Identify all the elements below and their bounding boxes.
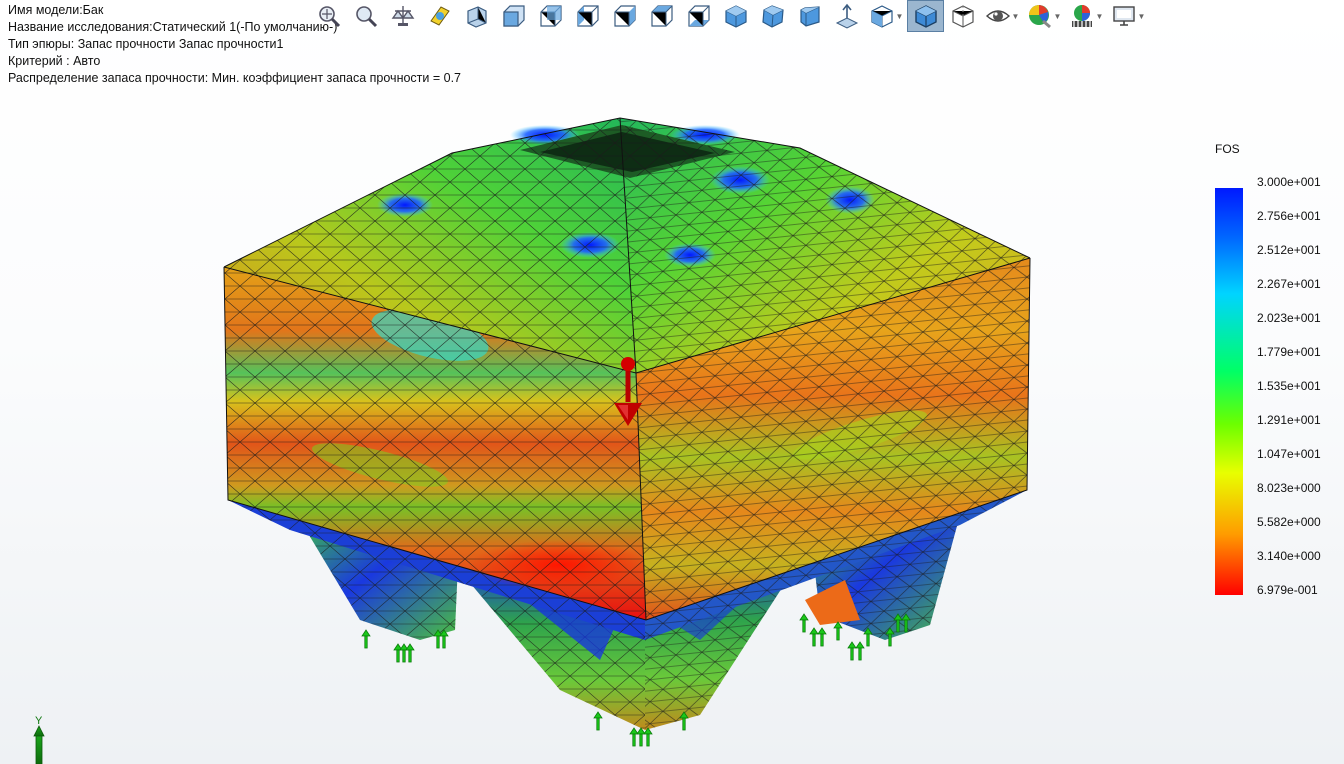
view-top-button[interactable]	[643, 0, 680, 32]
legend-label: 8.023e+000	[1257, 481, 1321, 495]
legend-label: 2.267e+001	[1257, 277, 1321, 291]
view-settings-button[interactable]: ▼	[1107, 0, 1149, 32]
legend-label: 1.291e+001	[1257, 413, 1321, 427]
legend-label: 3.140e+000	[1257, 549, 1321, 563]
legend-label: 6.979e-001	[1257, 583, 1318, 597]
view-right-button[interactable]	[606, 0, 643, 32]
view-trimetric-button[interactable]	[754, 0, 791, 32]
view-bottom-button[interactable]	[680, 0, 717, 32]
previous-view-icon	[391, 6, 414, 26]
view-front-button[interactable]	[495, 0, 532, 32]
view-dimetric-icon	[799, 6, 820, 27]
normal-to-button[interactable]	[828, 0, 865, 32]
view-front-icon	[502, 5, 525, 27]
section-view-icon	[429, 6, 450, 26]
apply-scene-button[interactable]: ▼	[1065, 0, 1107, 32]
hidden-lines-icon	[951, 5, 974, 28]
heads-up-view-toolbar: ▼ ▼ ▼ ▼ ▼	[310, 0, 1149, 32]
section-view-button[interactable]	[421, 0, 458, 32]
zoom-to-fit-button[interactable]	[310, 0, 347, 32]
legend-title: FOS	[1215, 142, 1240, 156]
apply-scene-icon	[1071, 5, 1092, 27]
view-trimetric-icon	[761, 5, 784, 28]
view-orientation-icon	[870, 5, 893, 28]
legend-label: 1.535e+001	[1257, 379, 1321, 393]
triad-axis-icon: Y	[33, 715, 45, 764]
edit-appearance-button[interactable]: ▼	[1023, 0, 1065, 32]
fos-distribution-line: Распределение запаса прочности: Мин. коэ…	[8, 71, 462, 85]
legend-label: 1.047e+001	[1257, 447, 1321, 461]
view-back-button[interactable]	[532, 0, 569, 32]
view-dimetric-button[interactable]	[791, 0, 828, 32]
graphics-viewport[interactable]	[0, 0, 1344, 764]
view-right-icon	[613, 5, 636, 27]
view-left-icon	[576, 5, 599, 27]
view-bottom-icon	[687, 5, 710, 27]
chevron-down-icon: ▼	[1053, 11, 1062, 21]
hide-show-items-icon	[985, 10, 1010, 22]
display-style-icon	[914, 5, 937, 28]
normal-to-icon	[835, 3, 858, 29]
zoom-area-button[interactable]	[347, 0, 384, 32]
chevron-down-icon: ▼	[1137, 11, 1146, 21]
zoom-to-fit-icon	[318, 6, 340, 28]
edit-appearance-icon	[1028, 5, 1051, 29]
criterion-line: Критерий : Авто	[8, 54, 101, 68]
previous-view-button[interactable]	[384, 0, 421, 32]
legend-label: 1.779e+001	[1257, 345, 1321, 359]
display-style-button[interactable]	[907, 0, 944, 32]
chevron-down-icon: ▼	[1011, 11, 1020, 21]
legend-label: 5.582e+000	[1257, 515, 1321, 529]
legend-color-bar	[1215, 188, 1243, 595]
view-orientation-button[interactable]: ▼	[865, 0, 907, 32]
view-left-button[interactable]	[569, 0, 606, 32]
view-isometric-icon	[724, 5, 747, 28]
view-top-icon	[650, 5, 673, 27]
dynamic-annotation-icon	[466, 6, 487, 28]
reference-triad[interactable]: Y	[28, 712, 52, 764]
dynamic-annotation-button[interactable]	[458, 0, 495, 32]
hide-show-items-button[interactable]: ▼	[981, 0, 1023, 32]
legend-label: 3.000e+001	[1257, 175, 1321, 189]
view-settings-icon	[1112, 6, 1135, 26]
chevron-down-icon: ▼	[1095, 11, 1104, 21]
chevron-down-icon: ▼	[895, 11, 904, 21]
plot-type-line: Тип эпюры: Запас прочности Запас прочнос…	[8, 37, 284, 51]
legend-label: 2.512e+001	[1257, 243, 1321, 257]
view-isometric-button[interactable]	[717, 0, 754, 32]
legend-label: 2.023e+001	[1257, 311, 1321, 325]
hidden-lines-button[interactable]	[944, 0, 981, 32]
legend-label: 2.756e+001	[1257, 209, 1321, 223]
view-back-icon	[539, 5, 562, 27]
zoom-area-icon	[355, 6, 377, 28]
